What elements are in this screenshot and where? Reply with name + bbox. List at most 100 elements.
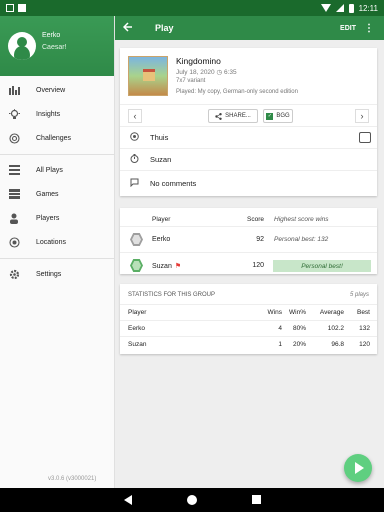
stats-count: 5 plays [349,292,369,298]
stats-player: Suzan [128,341,147,348]
app-version: v3.0.6 (v3000021) [48,476,97,482]
back-nav-icon[interactable] [124,495,132,505]
play-fab-button[interactable] [344,454,372,482]
sidebar-item-label: Challenges [36,134,72,142]
player-text: Suzan [150,155,172,164]
stats-header-wins: Wins [267,309,282,316]
wifi-icon [320,4,331,12]
gear-icon [8,268,20,280]
comments-row[interactable]: No comments [120,170,377,196]
play-variant: 7x7 variant [176,78,206,84]
sidebar-item-label: Insights [36,110,61,118]
chevron-left-icon[interactable]: ‹ [128,109,142,123]
stats-winp: 20% [292,341,306,348]
player-row[interactable]: Suzan [120,148,377,170]
game-actions-row: ‹ SHARE... ✓ BGG › [120,104,377,126]
share-icon [215,112,222,120]
player-color-icon [130,233,143,246]
sidebar-item-challenges[interactable]: Challenges [0,128,115,148]
chevron-right-icon[interactable]: › [355,109,369,123]
location-row[interactable]: Thuis [120,126,377,148]
play-date: July 18, 2020 ◷ 6:35 [176,69,237,76]
play-icon [355,462,364,474]
edit-button[interactable]: EDIT [340,25,356,32]
location-icon [8,236,20,248]
drawer-divider [0,258,115,259]
sidebar-item-locations[interactable]: Locations [0,232,115,252]
stats-best: 132 [359,325,370,332]
player-name: Eerko [152,236,171,243]
sidebar-item-settings[interactable]: Settings [0,264,115,284]
stats-wins: 1 [278,341,282,348]
drawer-header[interactable]: Eerko Caesar! [0,16,114,76]
main-content: Kingdomino July 18, 2020 ◷ 6:35 7x7 vari… [115,40,384,488]
comments-text: No comments [150,179,197,188]
location-text: Thuis [150,133,169,142]
stats-wins: 4 [278,325,282,332]
lightbulb-icon [8,108,20,120]
more-vert-icon[interactable]: ⋮ [364,23,374,34]
navigation-icon[interactable] [359,132,371,143]
sidebar-item-label: Overview [36,86,66,94]
sidebar-item-label: Games [36,190,59,198]
player-color-icon [130,259,143,272]
sidebar-item-games[interactable]: Games [0,184,115,204]
share-label: SHARE... [225,113,251,119]
player-name: Suzan [152,262,172,270]
played-with: Played: My copy, German-only second edit… [176,89,298,95]
personal-best-badge: Personal best! [273,260,371,272]
drawer-user-subtitle: Caesar! [42,44,67,51]
sidebar-item-insights[interactable]: Insights [0,104,115,124]
bgg-label: BGG [276,113,290,119]
game-title[interactable]: Kingdomino [176,56,221,66]
grid-icon [8,188,20,200]
game-thumbnail[interactable] [128,56,168,96]
sidebar-item-label: Settings [36,270,62,278]
game-card: Kingdomino July 18, 2020 ◷ 6:35 7x7 vari… [120,48,377,196]
stats-average: 102.2 [327,325,344,332]
timer-icon [128,154,140,165]
signal-icon [335,4,344,12]
sidebar-item-label: Locations [36,238,66,246]
table-row[interactable]: Suzan 1 20% 96.8 120 [120,336,377,354]
player-score: 120 [252,262,264,269]
stats-winp: 80% [292,325,306,332]
target-icon [8,132,20,144]
recents-nav-icon[interactable] [252,495,261,504]
notification-icon-2 [18,4,26,12]
drawer-user-name: Eerko [42,32,61,39]
sidebar-item-players[interactable]: Players [0,208,115,228]
check-icon: ✓ [266,112,274,120]
system-nav-bar [0,488,384,512]
scores-header-note: Highest score wins [274,216,329,223]
status-time: 12:11 [358,3,378,13]
avatar [8,32,36,60]
table-row[interactable]: Eerko 92 Personal best: 132 [120,226,377,252]
sidebar-item-label: All Plays [36,166,63,174]
player-score: 92 [256,236,264,243]
table-row[interactable]: Eerko 4 80% 102.2 132 [120,320,377,336]
sidebar-item-label: Players [36,214,60,222]
stats-card: STATISTICS FOR THIS GROUP 5 plays Player… [120,284,377,354]
stats-header-best: Best [356,309,370,316]
notification-icon [6,4,14,12]
player-note: Personal best: 132 [274,236,329,243]
stats-header-player: Player [128,309,147,316]
bgg-button[interactable]: ✓ BGG [263,109,293,123]
sidebar-item-all-plays[interactable]: All Plays [0,160,115,180]
stats-header-average: Average [319,309,344,316]
share-button[interactable]: SHARE... [208,109,258,123]
stats-player: Eerko [128,325,145,332]
status-bar: 12:11 [0,0,384,16]
scores-card: Player Score Highest score wins Eerko 92… [120,208,377,274]
stats-title: STATISTICS FOR THIS GROUP [128,292,216,298]
app-bar: Play EDIT ⋮ [115,16,384,40]
sidebar-item-overview[interactable]: Overview [0,80,115,100]
back-arrow-icon[interactable] [122,21,143,35]
stats-header-row: Player Wins Win% Average Best [120,304,377,320]
location-icon [128,132,140,143]
home-nav-icon[interactable] [187,495,197,505]
bar-chart-icon [8,84,20,96]
stats-header-winp: Win% [289,309,306,316]
table-row[interactable]: Suzan ⚑ 120 Personal best! [120,252,377,274]
